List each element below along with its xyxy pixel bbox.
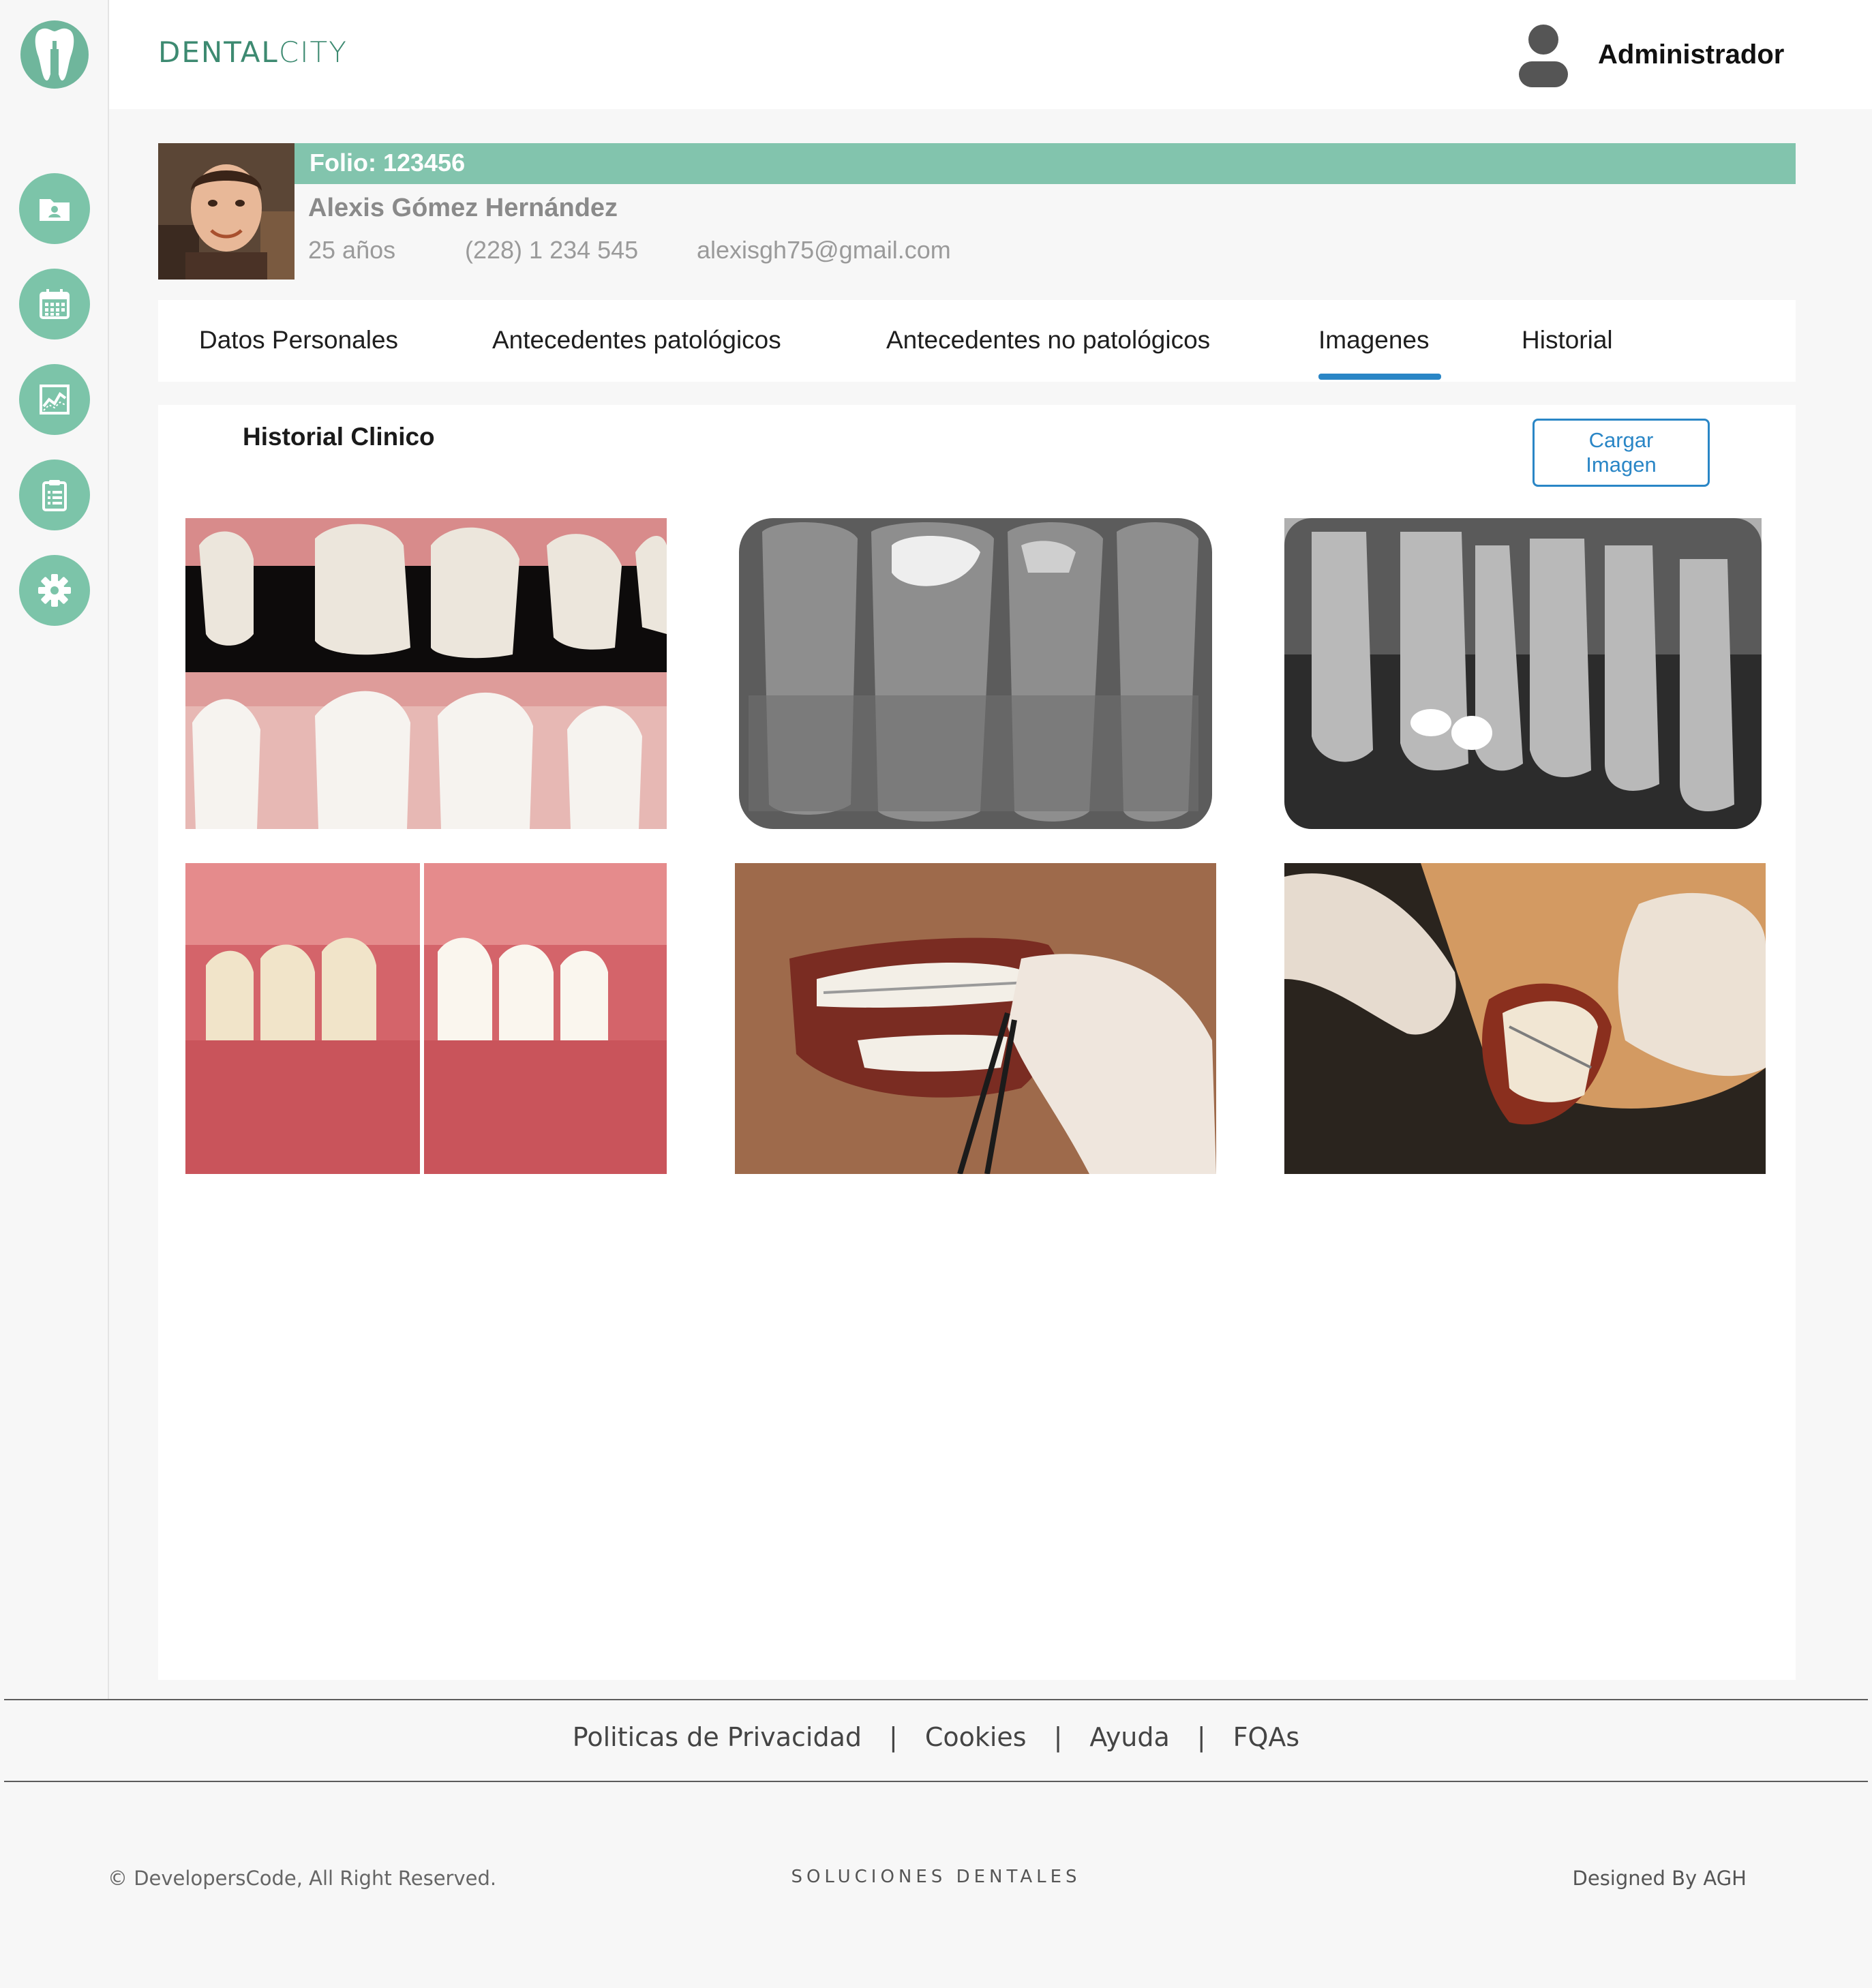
record-tabs: Datos Personales Antecedentes patológico… [158,300,1796,382]
footer-link-privacy[interactable]: Politicas de Privacidad [573,1722,862,1752]
footer-divider-bottom [4,1781,1868,1782]
tab-historial[interactable]: Historial [1522,326,1613,355]
calendar-icon [40,289,70,319]
tab-antecedentes-patologicos[interactable]: Antecedentes patológicos [492,326,781,355]
patient-folder-icon [40,199,70,221]
sidebar [0,0,109,1699]
patient-age: 25 años [308,236,396,264]
patient-card: Folio: 123456 Alexis Gómez Hernández 25 … [158,143,1796,280]
patient-photo [158,143,295,280]
clinical-image-2[interactable] [735,518,1216,829]
records-nav-button[interactable] [19,460,90,530]
images-panel: Historial Clinico Cargar Imagen [158,405,1796,1680]
clinical-image-6[interactable] [1284,863,1766,1174]
folio-bar: Folio: 123456 [295,143,1796,184]
chart-icon [40,385,70,415]
settings-nav-button[interactable] [19,555,90,626]
footer-link-cookies[interactable]: Cookies [925,1722,1027,1752]
clinical-image-5[interactable] [735,863,1216,1174]
footer-link-faqs[interactable]: FQAs [1233,1722,1300,1752]
patients-nav-button[interactable] [19,173,90,244]
tab-imagenes[interactable]: Imagenes [1318,326,1430,355]
reports-nav-button[interactable] [19,364,90,435]
clinical-image-3[interactable] [1284,518,1766,829]
tab-antecedentes-no-patologicos[interactable]: Antecedentes no patológicos [886,326,1210,355]
clipboard-icon [42,480,67,511]
footer-separator: | [1053,1722,1063,1752]
footer-link-help[interactable]: Ayuda [1089,1722,1169,1752]
designed-by: Designed By AGH [1572,1867,1747,1890]
clinical-image-4[interactable] [185,863,667,1174]
tooth-logo-icon[interactable] [20,20,89,89]
panel-title: Historial Clinico [243,423,435,451]
user-avatar-icon[interactable] [1518,25,1569,87]
patient-email[interactable]: alexisgh75@gmail.com [697,236,951,265]
tab-datos-personales[interactable]: Datos Personales [199,326,398,355]
patient-phone: (228) 1 234 545 [465,236,639,264]
upload-image-button[interactable]: Cargar Imagen [1533,419,1710,487]
brand-name[interactable]: DENTALCITY [158,35,348,69]
clinical-image-1[interactable] [185,518,667,829]
footer-divider-top [4,1699,1868,1700]
top-header: DENTALCITY Administrador [109,0,1872,109]
footer-separator: | [889,1722,898,1752]
active-tab-indicator [1318,374,1441,380]
gear-icon [38,574,71,607]
footer-links: Politicas de Privacidad | Cookies | Ayuda | FQ… [0,1722,1872,1752]
calendar-nav-button[interactable] [19,269,90,340]
footer-separator: | [1196,1722,1206,1752]
patient-name: Alexis Gómez Hernández [308,194,618,222]
user-name[interactable]: Administrador [1598,40,1784,70]
